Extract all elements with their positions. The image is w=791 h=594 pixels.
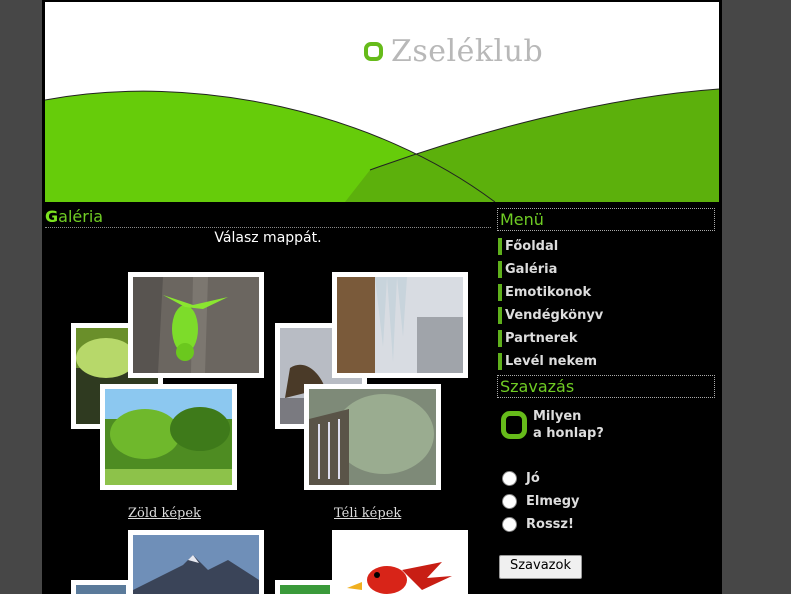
- vote-button[interactable]: Szavazok: [499, 555, 582, 579]
- green-photo-forest: [100, 384, 237, 490]
- logo-icon: [364, 42, 383, 61]
- radio-icon[interactable]: [502, 517, 517, 532]
- gallery-heading: Galéria: [45, 207, 491, 228]
- radio-icon[interactable]: [502, 471, 517, 486]
- folder-link-winter[interactable]: Téli képek: [334, 506, 401, 521]
- green-photo-frog: [128, 272, 264, 378]
- poll-option-bad[interactable]: Rossz!: [502, 517, 574, 532]
- folder4-photo-bird: [332, 530, 468, 594]
- winter-photo-frost: [304, 384, 441, 490]
- menu-item-partners[interactable]: Partnerek: [498, 330, 578, 347]
- gallery-subtitle: Válasz mappát.: [214, 230, 322, 246]
- poll-heading: Szavazás: [497, 375, 715, 398]
- poll-option-ok[interactable]: Elmegy: [502, 494, 579, 509]
- site-logo[interactable]: Zseléklub: [391, 34, 543, 69]
- menu-item-gallery[interactable]: Galéria: [498, 261, 557, 278]
- poll-question: Milyen a honlap?: [533, 408, 653, 442]
- folder-link-green[interactable]: Zöld képek: [128, 506, 201, 521]
- folder3-photo-mountain: [128, 530, 264, 594]
- menu-item-home[interactable]: Főoldal: [498, 238, 558, 255]
- poll-question-line2: a honlap?: [533, 426, 604, 441]
- menu-heading: Menü: [497, 208, 715, 231]
- poll-option-label: Rossz!: [526, 517, 574, 532]
- radio-icon[interactable]: [502, 494, 517, 509]
- poll-logo-icon: [501, 411, 527, 439]
- winter-photo-icicles: [332, 272, 468, 378]
- menu-item-contact[interactable]: Levél nekem: [498, 353, 597, 370]
- menu-item-guestbook[interactable]: Vendégkönyv: [498, 307, 603, 324]
- poll-option-good[interactable]: Jó: [502, 471, 540, 486]
- gallery-heading-initial: G: [45, 207, 59, 226]
- gallery-heading-rest: aléria: [58, 207, 104, 226]
- folder4-photo-back: [275, 580, 335, 594]
- folder3-photo-back: [71, 580, 131, 594]
- poll-option-label: Jó: [526, 471, 540, 486]
- green-hills-graphic: [45, 88, 719, 202]
- poll-question-line1: Milyen: [533, 409, 582, 424]
- poll-option-label: Elmegy: [526, 494, 580, 509]
- page-container: Zseléklub Galéria Válasz mappát. Zöld ké…: [42, 0, 722, 594]
- menu-item-emoticons[interactable]: Emotikonok: [498, 284, 591, 301]
- header-banner: Zseléklub: [45, 2, 719, 202]
